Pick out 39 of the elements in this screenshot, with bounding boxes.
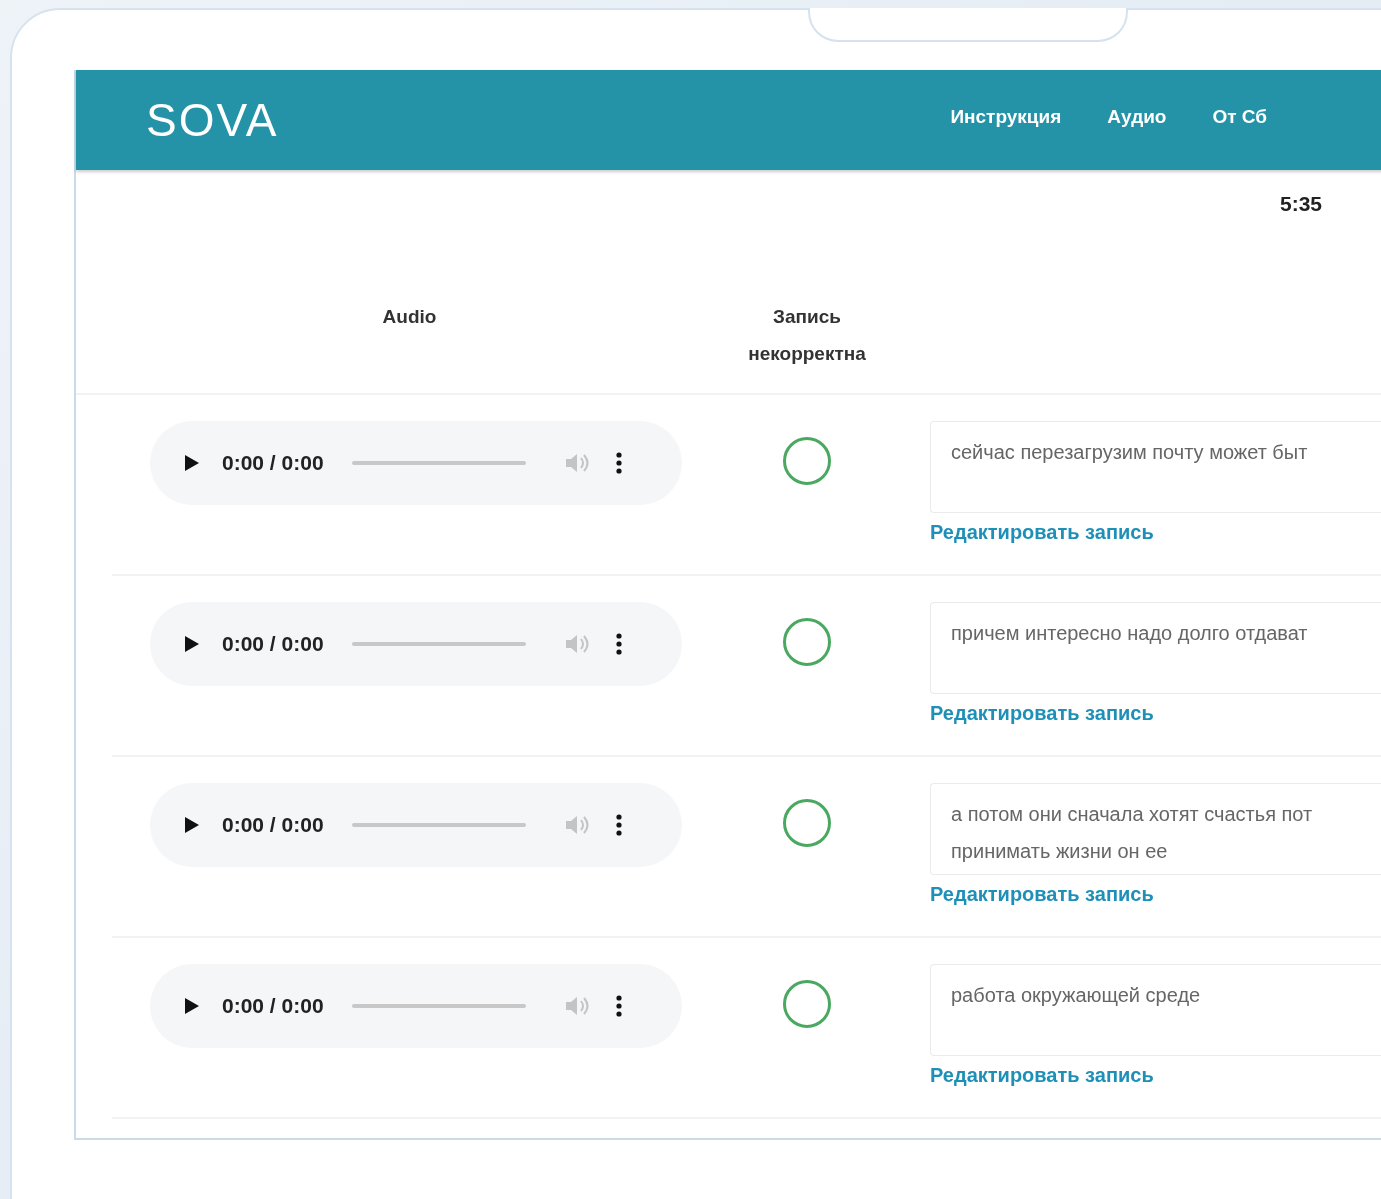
audio-time: 0:00 / 0:00 <box>222 451 324 475</box>
edit-link[interactable]: Редактировать запись <box>930 702 1154 725</box>
audio-player[interactable]: 0:00 / 0:00 <box>150 602 682 686</box>
edit-link[interactable]: Редактировать запись <box>930 1064 1154 1087</box>
timer: 5:35 <box>1280 192 1323 215</box>
audio-time: 0:00 / 0:00 <box>222 632 324 656</box>
more-icon[interactable] <box>615 452 622 474</box>
volume-icon[interactable] <box>563 633 590 655</box>
logo: SOVA <box>146 93 279 147</box>
incorrect-checkbox[interactable] <box>783 437 831 485</box>
play-icon[interactable] <box>184 454 200 472</box>
edit-link[interactable]: Редактировать запись <box>930 883 1154 906</box>
incorrect-checkbox[interactable] <box>783 980 831 1028</box>
audio-time: 0:00 / 0:00 <box>222 994 324 1018</box>
column-header: Audio <box>381 305 438 329</box>
play-icon[interactable] <box>184 635 200 653</box>
incorrect-checkbox[interactable] <box>783 618 831 666</box>
audio-player[interactable]: 0:00 / 0:00 <box>150 964 682 1048</box>
volume-icon[interactable] <box>563 452 590 474</box>
edit-link[interactable]: Редактировать запись <box>930 521 1154 544</box>
more-icon[interactable] <box>615 995 622 1017</box>
volume-icon[interactable] <box>563 814 590 836</box>
more-icon[interactable] <box>615 814 622 836</box>
transcript-field[interactable]: сейчас перезагрузим почту может быт <box>930 421 1381 513</box>
audio-time: 0:00 / 0:00 <box>222 813 324 837</box>
more-icon[interactable] <box>615 633 622 655</box>
volume-icon[interactable] <box>563 995 590 1017</box>
nav-link[interactable]: Аудио <box>1107 106 1167 128</box>
transcript-field[interactable]: причем интересно надо долго отдават <box>930 602 1381 694</box>
nav-link[interactable]: От Сб <box>1212 106 1268 128</box>
transcript-field[interactable]: работа окружающей среде <box>930 964 1381 1056</box>
play-icon[interactable] <box>184 816 200 834</box>
audio-player[interactable]: 0:00 / 0:00 <box>150 783 682 867</box>
column-header: Запись некорректна <box>747 305 867 366</box>
audio-player[interactable]: 0:00 / 0:00 <box>150 421 682 505</box>
incorrect-checkbox[interactable] <box>783 799 831 847</box>
nav-link[interactable]: Инструкция <box>950 106 1062 128</box>
play-icon[interactable] <box>184 997 200 1015</box>
transcript-field[interactable]: а потом они сначала хотят счастья пот принимать жизни он ее <box>930 783 1381 875</box>
